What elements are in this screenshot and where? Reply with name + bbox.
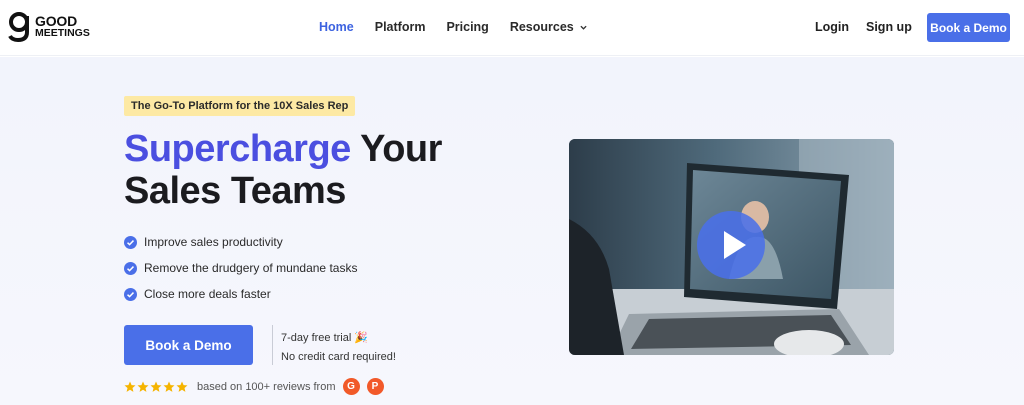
top-navbar: GOOD MEETINGS Home Platform Pricing Reso… (0, 0, 1024, 56)
rating-stars (124, 381, 189, 393)
chevron-down-icon (580, 25, 587, 30)
check-circle-icon (124, 261, 137, 275)
feature-list: Improve sales productivity Remove the dr… (124, 229, 357, 307)
trial-line1: 7-day free trial (281, 332, 352, 344)
star-icon (150, 381, 162, 392)
play-button[interactable] (697, 211, 765, 279)
login-link[interactable]: Login (815, 20, 849, 34)
nav-pricing-link[interactable]: Pricing (446, 20, 488, 34)
trial-info: 7-day free trial 🎉 No credit card require… (281, 329, 396, 367)
producthunt-badge-icon[interactable]: P (366, 378, 384, 395)
trial-line2: No credit card required! (281, 351, 396, 363)
hero-tagline-badge: The Go-To Platform for the 10X Sales Rep (124, 96, 356, 116)
nav-home-link[interactable]: Home (319, 20, 354, 34)
hero-book-demo-button[interactable]: Book a Demo (124, 325, 253, 365)
hero-heading: Supercharge Your Sales Teams (124, 128, 544, 212)
feature-item: Close more deals faster (124, 281, 357, 307)
hero-video-thumbnail[interactable] (569, 139, 894, 355)
feature-item: Remove the drudgery of mundane tasks (124, 255, 357, 281)
logo-text: GOOD MEETINGS (35, 13, 90, 39)
logo-line1: GOOD (35, 13, 77, 29)
nav-resources-label: Resources (509, 20, 574, 34)
star-icon (124, 381, 136, 392)
reviews-text: based on 100+ reviews from (197, 380, 336, 393)
signup-link[interactable]: Sign up (866, 20, 912, 34)
main-menu: Home Platform Pricing Resources (319, 20, 608, 34)
check-circle-icon (124, 287, 137, 301)
play-icon (724, 231, 746, 259)
reviews-row: based on 100+ reviews from G P (124, 378, 384, 395)
feature-text: Remove the drudgery of mundane tasks (144, 261, 358, 275)
hero-heading-part2: Sales Teams (124, 170, 346, 212)
feature-text: Close more deals faster (144, 287, 271, 301)
nav-resources-link[interactable]: Resources (510, 20, 587, 34)
feature-text: Improve sales productivity (144, 235, 283, 249)
check-circle-icon (124, 235, 137, 249)
hero-heading-part1: Your (350, 128, 442, 170)
party-popper-icon: 🎉 (354, 332, 369, 344)
cta-divider (272, 325, 273, 365)
good-meetings-logo[interactable]: GOOD MEETINGS (7, 12, 90, 42)
star-icon (176, 381, 188, 392)
star-icon (137, 381, 149, 392)
g2-badge-icon[interactable]: G (342, 378, 360, 395)
star-icon (163, 381, 175, 392)
hero-heading-accent: Supercharge (124, 128, 351, 170)
nav-book-demo-button[interactable]: Book a Demo (927, 13, 1010, 42)
nav-platform-link[interactable]: Platform (375, 20, 426, 34)
g-logo-icon (8, 12, 29, 42)
logo-line2: MEETINGS (35, 27, 90, 39)
feature-item: Improve sales productivity (124, 229, 357, 255)
